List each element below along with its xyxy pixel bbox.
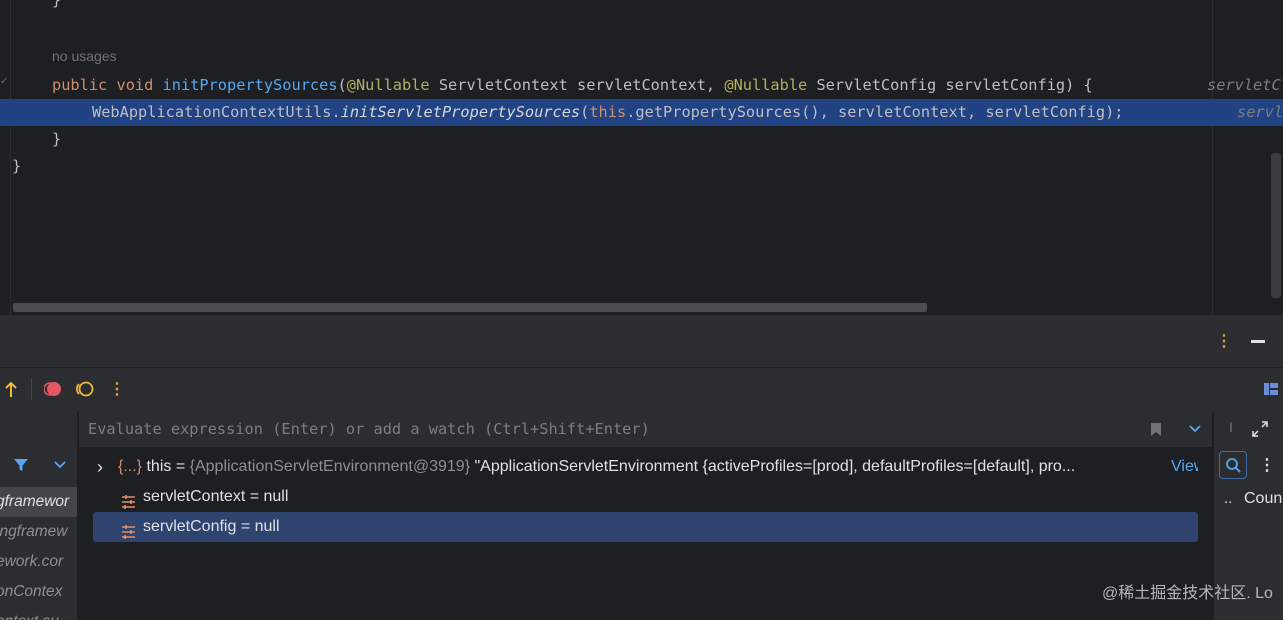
toolbar-separator — [31, 378, 32, 400]
code-line-class-close[interactable]: } — [0, 153, 1283, 180]
inlay-value-hint: servl — [1237, 103, 1283, 121]
evaluate-expression-bar — [79, 411, 1212, 448]
variables-panel: › {...} this = {ApplicationServletEnviro… — [79, 411, 1212, 620]
more-vertical-icon[interactable]: ⋮ — [1216, 331, 1232, 351]
method-call: WebApplicationContextUtils.initServletPr… — [92, 103, 1124, 121]
variable-text: {...} this = {ApplicationServletEnvironm… — [118, 458, 1076, 475]
view-breakpoints-icon[interactable] — [43, 379, 63, 399]
frames-panel: gframewor ingframew ework.cor onContex o… — [0, 411, 78, 620]
more-vertical-icon[interactable]: ⋮ — [1259, 455, 1275, 475]
usages-hint[interactable]: no usages — [52, 48, 117, 64]
layout-icon[interactable] — [1262, 380, 1280, 398]
debug-toolbar: ⋮ — [0, 367, 1283, 412]
field-icon — [121, 520, 136, 542]
inlay-value-hint: servletC — [1207, 76, 1281, 94]
vertical-scrollbar[interactable] — [1271, 153, 1281, 298]
more-vertical-icon[interactable]: ⋮ — [109, 379, 125, 399]
code-line-brace[interactable]: } — [0, 0, 1283, 14]
expand-icon[interactable] — [1251, 419, 1269, 439]
evaluate-expression-input[interactable] — [79, 411, 1148, 447]
horizontal-scrollbar[interactable] — [13, 303, 927, 312]
brace: } — [52, 0, 62, 9]
object-icon: {...} — [118, 458, 143, 475]
brace: } — [52, 130, 62, 148]
view-link[interactable]: View — [1171, 452, 1198, 482]
column-header[interactable]: Coun — [1244, 490, 1282, 508]
mute-breakpoints-icon[interactable] — [75, 379, 95, 399]
debug-tool-window-header: ⋮ — [0, 315, 1283, 367]
step-out-arrow-icon[interactable] — [2, 378, 20, 400]
variable-row-this[interactable]: › {...} this = {ApplicationServletEnviro… — [93, 452, 1198, 482]
search-icon[interactable] — [1219, 451, 1247, 479]
variable-row-servletConfig[interactable]: servletConfig = null — [93, 512, 1198, 542]
chevron-down-icon[interactable] — [1186, 419, 1204, 439]
variable-text: servletConfig = null — [143, 518, 280, 535]
frame-item[interactable]: ework.cor — [0, 547, 77, 577]
tab-label[interactable]: I — [1229, 419, 1233, 435]
watermark: @稀土掘金技术社区. Lo — [1102, 585, 1273, 602]
chevron-down-icon[interactable] — [51, 455, 69, 475]
method-declaration: public void initPropertySources(@Nullabl… — [52, 76, 1093, 94]
column-dots: .. — [1224, 490, 1233, 507]
frames-header — [0, 447, 77, 483]
variable-row-servletContext[interactable]: servletContext = null — [93, 482, 1198, 512]
filter-icon[interactable] — [12, 455, 30, 475]
frame-item[interactable]: ingframew — [0, 517, 77, 547]
bookmark-icon[interactable] — [1147, 419, 1165, 439]
code-line-method-close[interactable]: } — [0, 126, 1283, 153]
minimize-icon[interactable] — [1249, 331, 1267, 351]
variable-text: servletContext = null — [143, 488, 289, 505]
brace: } — [12, 157, 22, 175]
expand-chevron-icon[interactable]: › — [97, 452, 103, 482]
frame-item[interactable]: ontext.su — [0, 607, 77, 620]
code-editor[interactable]: } no usages ✓ public void initPropertySo… — [0, 0, 1283, 315]
frame-item[interactable]: onContex — [0, 577, 77, 607]
field-icon — [121, 490, 136, 512]
code-line-method-declaration[interactable]: public void initPropertySources(@Nullabl… — [0, 72, 1283, 99]
frame-item[interactable]: gframewor — [0, 487, 77, 517]
code-line-execution-point[interactable]: WebApplicationContextUtils.initServletPr… — [0, 99, 1283, 126]
